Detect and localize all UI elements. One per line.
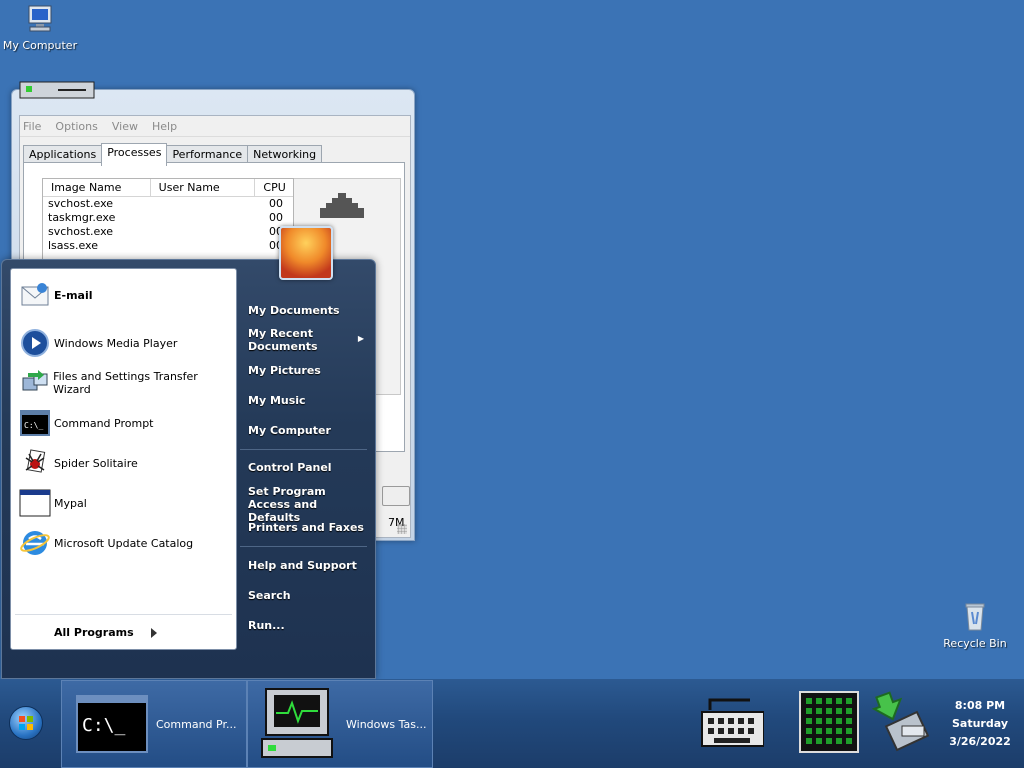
menu-help[interactable]: Help [152,120,177,133]
resize-grip[interactable] [397,524,407,534]
start-place-search[interactable]: Search [248,589,291,602]
email-icon [19,279,51,311]
start-menu-programs-pane: E-mail Windows Media Player Files and Se… [10,268,237,650]
desktop-icon-my-computer[interactable]: My Computer [0,2,80,52]
start-item-label: Microsoft Update Catalog [54,536,194,550]
process-list-header: Image Name User Name CPU [43,179,293,197]
start-place-control-panel[interactable]: Control Panel [248,461,332,474]
start-place-run[interactable]: Run... [248,619,285,632]
svg-text:C:\_: C:\_ [24,421,43,430]
clock-time: 8:08 PM [954,699,1006,712]
column-cpu[interactable]: CPU [255,179,293,196]
all-programs-label: All Programs [54,626,134,639]
transfer-wizard-icon [19,367,50,399]
process-name: taskmgr.exe [48,211,116,224]
process-row[interactable]: svchost.exe 00 [43,197,293,211]
start-item-email[interactable]: E-mail [19,278,234,312]
task-manager-icon [19,81,95,99]
process-row[interactable]: lsass.exe 00 [43,239,293,253]
desktop-icon-recycle-bin[interactable]: Recycle Bin [935,600,1015,650]
end-process-button[interactable] [382,486,410,506]
clock-day: Saturday [952,717,1008,730]
start-item-label: Windows Media Player [54,336,178,350]
desktop-icon-label: Recycle Bin [943,637,1007,650]
start-item-mypal[interactable]: Mypal [19,486,234,520]
column-user-name[interactable]: User Name [151,179,256,196]
start-item-transfer-wizard[interactable]: Files and Settings Transfer Wizard [19,366,234,400]
start-place-program-access[interactable]: Set Program Access and Defaults [248,485,363,524]
taskbar-button-label: Windows Tas... [346,717,427,731]
start-item-label: E-mail [54,288,93,302]
taskbar-button-command-prompt[interactable]: C:\_ Command Pr... [61,680,247,768]
tab-processes[interactable]: Processes [101,143,168,166]
start-item-media-player[interactable]: Windows Media Player [19,326,234,360]
taskbar-button-task-manager[interactable]: Windows Tas... [247,680,433,768]
divider [15,614,232,615]
network-icon[interactable] [872,690,936,754]
process-row[interactable]: svchost.exe 00 [43,225,293,239]
start-button[interactable] [9,706,43,740]
process-cpu: 00 [269,197,283,210]
taskbar-button-label: Command Pr... [156,717,237,731]
recycle-bin-icon [965,603,985,631]
start-item-label: Command Prompt [54,416,154,430]
process-row[interactable]: taskmgr.exe 00 [43,211,293,225]
desktop-icon-label: My Computer [2,39,78,52]
menu-file[interactable]: File [23,120,41,133]
process-cpu: 00 [269,225,283,238]
command-prompt-icon: C:\_ [19,407,51,439]
up-arrow-icon [320,193,364,218]
start-place-printers-faxes[interactable]: Printers and Faxes [248,521,364,534]
menu-view[interactable]: View [112,120,138,133]
media-player-icon [19,327,51,359]
process-name: svchost.exe [48,197,114,210]
window-icon [19,487,51,519]
submenu-arrow-icon: ▶ [357,334,364,343]
start-item-label: Spider Solitaire [54,456,138,470]
process-name: lsass.exe [48,239,98,252]
divider [240,449,367,450]
system-clock[interactable]: 8:08 PM Saturday 3/26/2022 [940,697,1020,751]
clock-date: 3/26/2022 [949,735,1011,748]
divider [240,546,367,547]
start-item-label: Mypal [54,496,87,510]
start-item-label: Files and Settings Transfer Wizard [53,370,198,396]
start-place-my-documents[interactable]: My Documents [248,304,340,317]
all-programs-button[interactable]: All Programs [54,626,158,639]
computer-icon [28,5,52,32]
user-picture[interactable] [279,226,333,280]
start-menu: E-mail Windows Media Player Files and Se… [1,259,376,679]
start-place-my-recent-documents[interactable]: My Recent Documents [248,327,353,353]
svg-text:C:\_: C:\_ [82,715,126,736]
keyboard-icon[interactable] [700,690,764,754]
arrow-right-icon [150,627,157,638]
start-place-help-support[interactable]: Help and Support [248,559,357,572]
command-prompt-icon: C:\_ [76,695,148,753]
start-place-my-pictures[interactable]: My Pictures [248,364,321,377]
spider-icon [19,447,51,479]
task-manager-icon [261,688,333,758]
taskbar: C:\_ Command Pr... Windows Tas... 8:08 P… [0,679,1024,768]
cpu-meter-icon[interactable] [798,690,862,754]
start-item-command-prompt[interactable]: C:\_ Command Prompt [19,406,234,440]
process-cpu: 00 [269,211,283,224]
menu-options[interactable]: Options [55,120,97,133]
start-item-spider-solitaire[interactable]: Spider Solitaire [19,446,234,480]
column-image-name[interactable]: Image Name [43,179,151,196]
start-item-update-catalog[interactable]: Microsoft Update Catalog [19,526,234,560]
start-place-my-computer[interactable]: My Computer [248,424,331,437]
windows-logo-icon [19,716,33,730]
process-name: svchost.exe [48,225,114,238]
menu-bar: File Options View Help [20,116,410,137]
ie-icon [19,527,51,559]
process-cpu: 00 [269,239,283,252]
start-place-my-music[interactable]: My Music [248,394,306,407]
